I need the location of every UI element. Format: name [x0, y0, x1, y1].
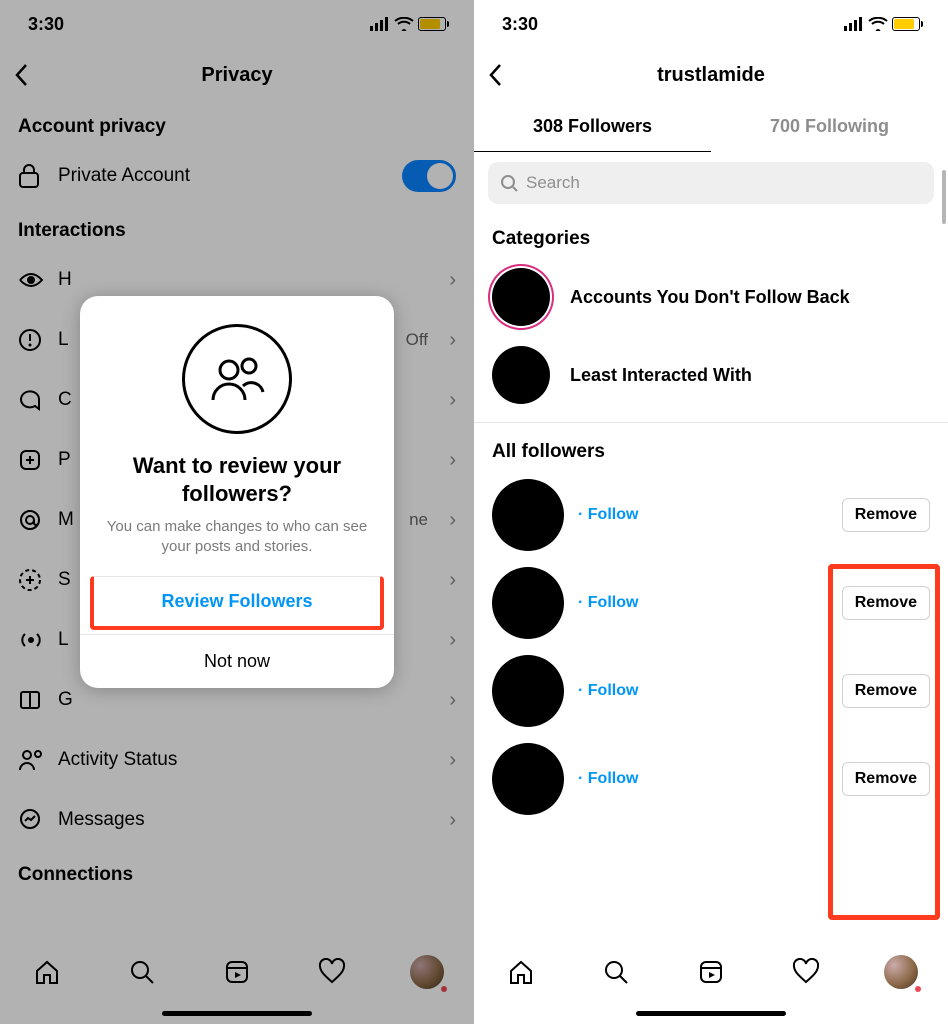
people-icon	[182, 324, 292, 434]
tab-home[interactable]	[501, 952, 541, 992]
follower-row[interactable]: Follow Remove	[474, 647, 948, 735]
wifi-icon	[868, 17, 888, 31]
divider	[474, 422, 948, 423]
tab-search[interactable]	[596, 952, 636, 992]
remove-button[interactable]: Remove	[842, 498, 930, 532]
back-button[interactable]	[488, 63, 502, 87]
header: trustlamide	[474, 48, 948, 102]
battery-icon	[892, 17, 920, 31]
tab-following[interactable]: 700 Following	[711, 102, 948, 152]
category-label: Least Interacted With	[570, 365, 752, 386]
tab-activity[interactable]	[786, 952, 826, 992]
all-followers-label: All followers	[474, 427, 948, 471]
follower-avatar[interactable]	[492, 567, 564, 639]
username-title: trustlamide	[657, 64, 765, 87]
category-row-leastinteracted[interactable]: Least Interacted With	[474, 336, 948, 414]
category-avatar	[492, 346, 550, 404]
profile-avatar-icon	[884, 955, 918, 989]
remove-button[interactable]: Remove	[842, 674, 930, 708]
category-avatar	[492, 268, 550, 326]
follower-avatar[interactable]	[492, 655, 564, 727]
follow-tabs: 308 Followers 700 Following	[474, 102, 948, 152]
follow-link[interactable]: Follow	[578, 682, 638, 699]
categories-label: Categories	[474, 214, 948, 258]
cellular-icon	[844, 17, 864, 31]
review-followers-modal: Want to review your followers? You can m…	[80, 296, 394, 688]
modal-body: You can make changes to who can see your…	[80, 507, 394, 576]
status-time: 3:30	[502, 14, 538, 35]
tab-profile[interactable]	[881, 952, 921, 992]
modal-title: Want to review your followers?	[80, 452, 394, 507]
category-row-nofollowback[interactable]: Accounts You Don't Follow Back	[474, 258, 948, 336]
follower-row[interactable]: Follow Remove	[474, 471, 948, 559]
follower-row[interactable]: Follow Remove	[474, 735, 948, 823]
remove-button[interactable]: Remove	[842, 586, 930, 620]
follower-avatar[interactable]	[492, 479, 564, 551]
not-now-button[interactable]: Not now	[80, 634, 394, 688]
search-input[interactable]: Search	[488, 162, 934, 204]
follow-link[interactable]: Follow	[578, 770, 638, 787]
search-icon	[500, 174, 518, 192]
tab-followers[interactable]: 308 Followers	[474, 102, 711, 152]
scrollbar[interactable]	[942, 170, 946, 224]
follow-link[interactable]: Follow	[578, 594, 638, 611]
follower-avatar[interactable]	[492, 743, 564, 815]
category-label: Accounts You Don't Follow Back	[570, 287, 850, 308]
review-followers-button[interactable]: Review Followers	[90, 576, 384, 630]
status-icons	[844, 17, 920, 31]
follower-row[interactable]: Follow Remove	[474, 559, 948, 647]
search-placeholder: Search	[526, 173, 580, 193]
follow-link[interactable]: Follow	[578, 506, 638, 523]
home-indicator	[636, 1011, 786, 1016]
remove-button[interactable]: Remove	[842, 762, 930, 796]
tab-reels[interactable]	[691, 952, 731, 992]
